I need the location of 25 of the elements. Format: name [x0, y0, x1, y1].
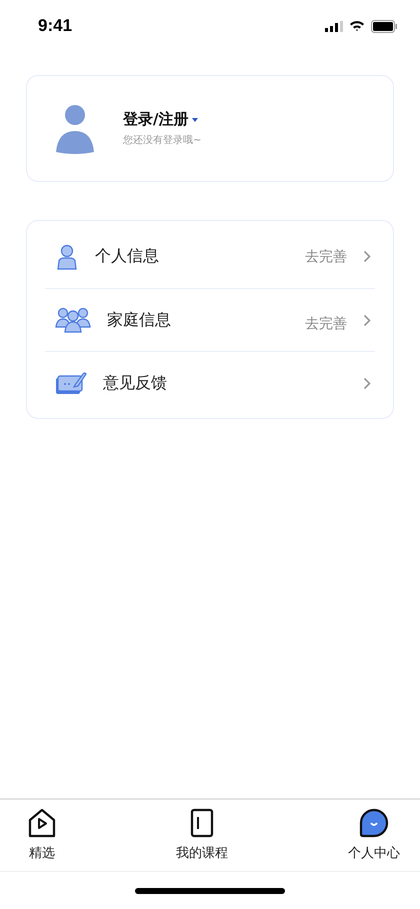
menu-item[interactable]: 家庭信息	[107, 310, 289, 330]
book-icon	[190, 808, 214, 838]
dropdown-caret-icon	[192, 118, 198, 122]
chevron-right-icon	[363, 250, 371, 263]
battery-icon	[371, 20, 398, 32]
chevron-right-icon	[363, 376, 371, 390]
wifi-icon	[349, 20, 365, 32]
avatar-icon	[55, 104, 95, 154]
tab-bar-item[interactable]: 我的课程	[176, 808, 228, 871]
tab-bar-item[interactable]: 精选	[28, 808, 56, 871]
home-play-icon	[28, 808, 56, 838]
menu-item[interactable]: 意见反馈	[103, 372, 347, 394]
chevron-right-icon	[363, 314, 371, 326]
group-icon	[55, 307, 91, 333]
tab-bar-item[interactable]: 个人中心	[348, 808, 400, 871]
complete-link[interactable]: 去完善	[305, 248, 347, 266]
status-time: 9:41	[38, 16, 72, 36]
complete-link[interactable]: 去完善	[305, 315, 347, 333]
login-hint: 您还没有登录哦~	[123, 134, 202, 147]
feedback-icon	[55, 371, 87, 395]
login-register-link[interactable]: 登录/注册	[123, 110, 188, 129]
smile-bubble-icon	[359, 808, 389, 838]
person-icon	[55, 244, 79, 270]
menu-item[interactable]: 个人信息	[95, 246, 289, 267]
signal-icon	[325, 20, 343, 32]
